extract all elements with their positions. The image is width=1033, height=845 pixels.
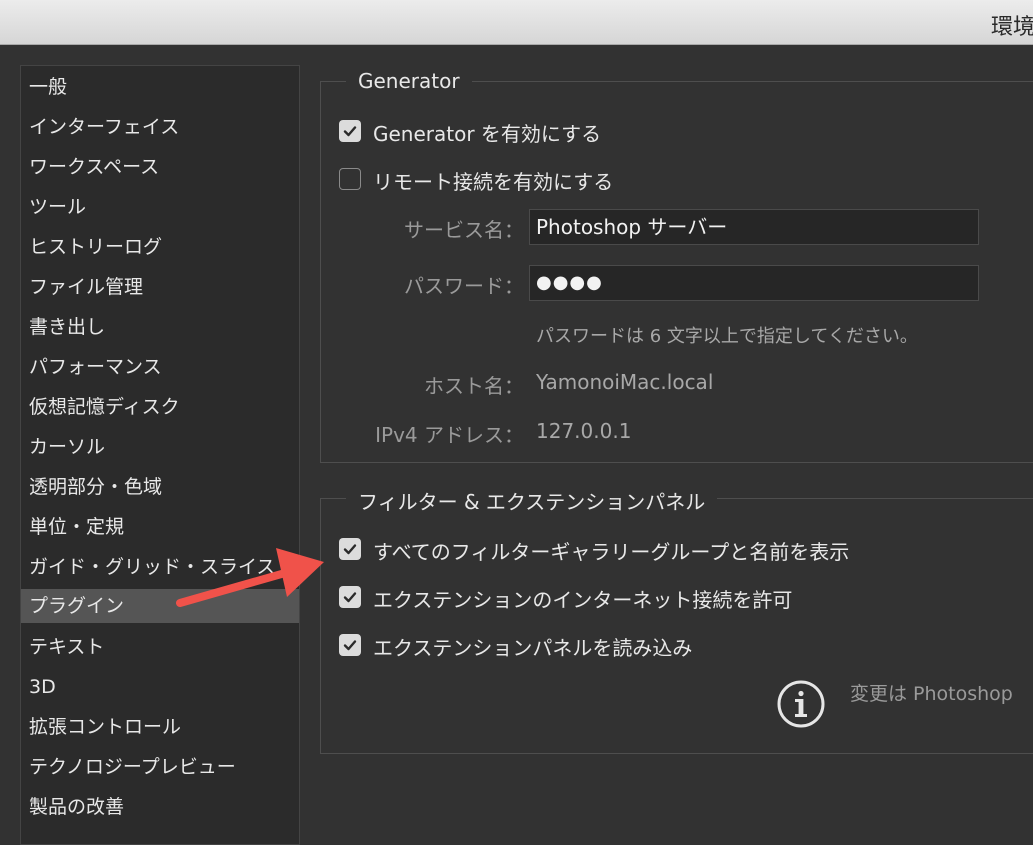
load-extension-panels-label[interactable]: エクステンションパネルを読み込み [373, 632, 692, 661]
sidebar-item-3d[interactable]: 3D [21, 670, 299, 704]
password-input[interactable]: ●●●● [529, 265, 979, 301]
password-label: パスワード： [404, 274, 524, 298]
ipv4-address-label: IPv4 アドレス： [375, 423, 524, 447]
sidebar-item-tools[interactable]: ツール [21, 190, 299, 224]
sidebar-item-transparency-gamut[interactable]: 透明部分・色域 [21, 470, 299, 504]
sidebar-item-scratch-disks[interactable]: 仮想記憶ディスク [21, 390, 299, 424]
sidebar-item-product-improvement[interactable]: 製品の改善 [21, 790, 299, 824]
sidebar-item-history-log[interactable]: ヒストリーログ [21, 230, 299, 264]
checkmark-icon [343, 592, 357, 603]
allow-extension-internet-label[interactable]: エクステンションのインターネット接続を許可 [373, 584, 792, 613]
host-name-value: YamonoiMac.local [536, 370, 714, 394]
service-name-label: サービス名： [404, 218, 524, 242]
checkmark-icon [343, 544, 357, 555]
host-name-label: ホスト名： [424, 374, 524, 398]
sidebar-item-export[interactable]: 書き出し [21, 310, 299, 344]
sidebar-item-guides-grid-slices[interactable]: ガイド・グリッド・スライス [21, 550, 299, 584]
restart-note: 変更は Photoshop [850, 683, 1013, 705]
show-filter-gallery-label[interactable]: すべてのフィルターギャラリーグループと名前を表示 [373, 536, 849, 565]
show-filter-gallery-checkbox[interactable] [339, 538, 361, 560]
filters-extensions-legend: フィルター & エクステンションパネル [346, 486, 718, 515]
sidebar-item-type[interactable]: テキスト [21, 630, 299, 664]
window-title: 環境 [991, 15, 1033, 40]
generator-enable-checkbox[interactable] [339, 120, 361, 142]
sidebar-item-plugins[interactable]: プラグイン [21, 589, 299, 623]
service-name-input[interactable]: Photoshop サーバー [529, 209, 979, 245]
sidebar-item-performance[interactable]: パフォーマンス [21, 350, 299, 384]
sidebar-item-enhanced-controls[interactable]: 拡張コントロール [21, 710, 299, 744]
sidebar-item-interface[interactable]: インターフェイス [21, 110, 299, 144]
load-extension-panels-checkbox[interactable] [339, 634, 361, 656]
preferences-category-list[interactable]: 一般 インターフェイス ワークスペース ツール ヒストリーログ ファイル管理 書… [20, 65, 300, 845]
sidebar-item-workspace[interactable]: ワークスペース [21, 150, 299, 184]
remote-connection-label[interactable]: リモート接続を有効にする [373, 166, 613, 195]
allow-extension-internet-checkbox[interactable] [339, 586, 361, 608]
sidebar-item-technology-previews[interactable]: テクノロジープレビュー [21, 750, 299, 784]
password-hint: パスワードは 6 文字以上で指定してください。 [536, 326, 918, 347]
window-titlebar: 環境 [0, 0, 1033, 45]
ipv4-address-value: 127.0.0.1 [536, 419, 632, 443]
checkmark-icon [343, 126, 357, 137]
sidebar-item-file-handling[interactable]: ファイル管理 [21, 270, 299, 304]
sidebar-item-general[interactable]: 一般 [21, 70, 299, 104]
generator-enable-label[interactable]: Generator を有効にする [373, 118, 601, 147]
info-icon [777, 680, 825, 728]
checkmark-icon [343, 640, 357, 651]
remote-connection-checkbox[interactable] [339, 168, 361, 190]
sidebar-item-cursors[interactable]: カーソル [21, 430, 299, 464]
sidebar-item-units-rulers[interactable]: 単位・定規 [21, 510, 299, 544]
generator-legend: Generator [346, 69, 472, 93]
